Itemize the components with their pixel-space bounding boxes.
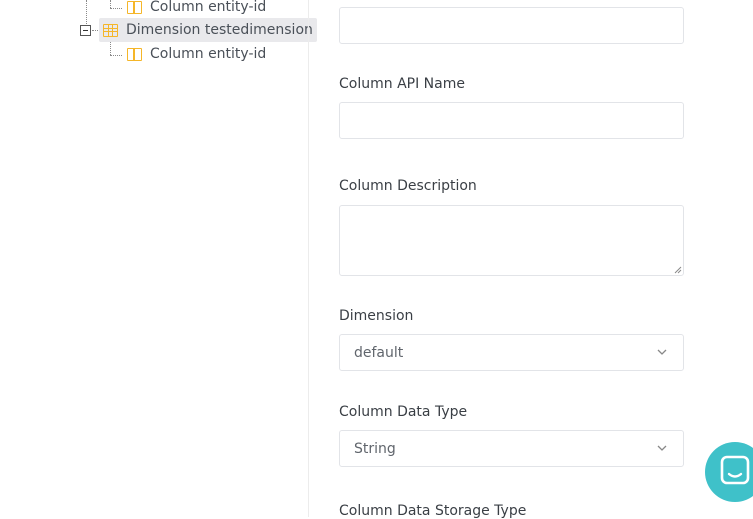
- tree-connector: [110, 8, 122, 9]
- column-api-name-label: Column API Name: [339, 76, 465, 92]
- column-data-type-select[interactable]: String: [339, 430, 684, 467]
- column-description-label: Column Description: [339, 178, 477, 194]
- tree-panel: Column entity-id Dimension testedimensio…: [0, 0, 317, 517]
- column-icon: [127, 47, 142, 61]
- column-api-name-input[interactable]: [339, 102, 684, 139]
- chat-launcher-button[interactable]: [705, 442, 753, 502]
- dimension-label: Dimension: [339, 308, 414, 324]
- tree-connector: [86, 0, 87, 24]
- chevron-down-icon: [657, 349, 667, 355]
- tree-connector: [92, 30, 98, 31]
- collapse-toggle-icon[interactable]: [80, 25, 91, 36]
- tree-node-label: Column entity-id: [150, 46, 267, 62]
- tree-connector: [110, 42, 111, 55]
- tree-node-column[interactable]: Column entity-id: [127, 0, 266, 19]
- column-icon: [127, 0, 142, 14]
- chat-icon: [720, 455, 750, 485]
- column-data-type-label: Column Data Type: [339, 404, 468, 420]
- tree-node-label: Column entity-id: [150, 0, 267, 15]
- dimension-select-value: default: [354, 344, 404, 361]
- resize-grip-icon[interactable]: [674, 266, 682, 274]
- panel-divider: [308, 0, 309, 517]
- tree-node-column[interactable]: Column entity-id: [127, 42, 266, 66]
- tree-connector: [110, 0, 111, 8]
- tree-node-dimension[interactable]: Dimension testedimension: [99, 18, 317, 42]
- chevron-down-icon: [657, 445, 667, 451]
- column-data-type-value: String: [354, 440, 396, 457]
- tree-node-label: Dimension testedimension: [126, 22, 313, 38]
- dimension-select[interactable]: default: [339, 334, 684, 371]
- column-name-input[interactable]: [339, 7, 684, 44]
- table-icon: [103, 23, 118, 37]
- column-description-textarea[interactable]: [339, 205, 684, 276]
- tree-connector: [110, 55, 122, 56]
